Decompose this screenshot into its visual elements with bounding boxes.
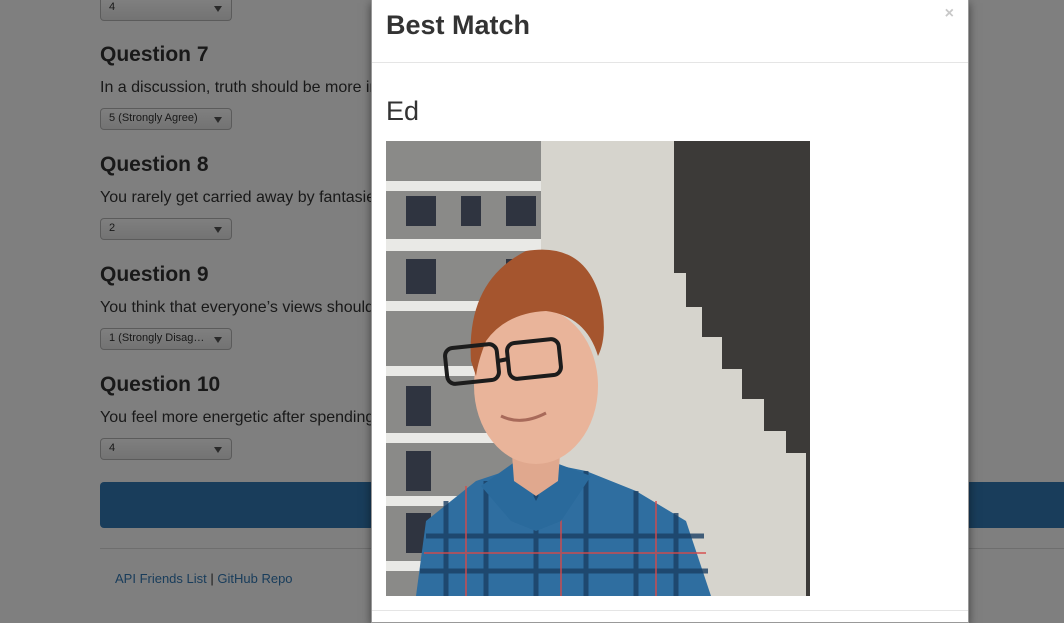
- match-photo: [386, 141, 810, 596]
- close-icon[interactable]: ×: [945, 5, 954, 23]
- modal-header: Best Match ×: [372, 0, 968, 63]
- best-match-modal: Best Match × Ed: [371, 0, 969, 623]
- match-name: Ed: [386, 96, 420, 126]
- modal-title: Best Match: [386, 10, 531, 40]
- modal-footer-divider: [372, 610, 968, 611]
